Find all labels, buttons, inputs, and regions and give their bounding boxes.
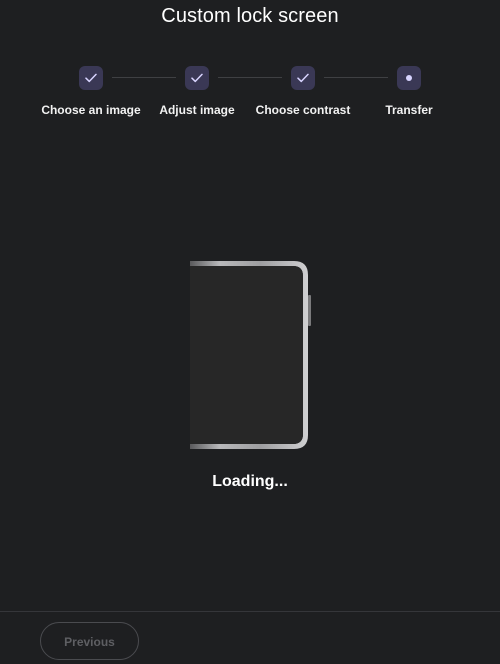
dot-icon	[397, 66, 421, 90]
page-title: Custom lock screen	[161, 5, 339, 27]
custom-lock-screen-page: Custom lock screen Choose an image Adjus…	[0, 0, 500, 664]
device-icon	[190, 261, 312, 451]
previous-button[interactable]: Previous	[40, 622, 139, 660]
check-icon	[79, 66, 103, 90]
step-label: Transfer	[385, 103, 433, 117]
loading-status: Loading...	[212, 473, 288, 490]
progress-stepper: Choose an image Adjust image Choose cont…	[0, 66, 500, 126]
check-icon	[185, 66, 209, 90]
check-icon	[291, 66, 315, 90]
step-transfer: Transfer	[344, 66, 474, 117]
footer-divider	[0, 611, 500, 612]
